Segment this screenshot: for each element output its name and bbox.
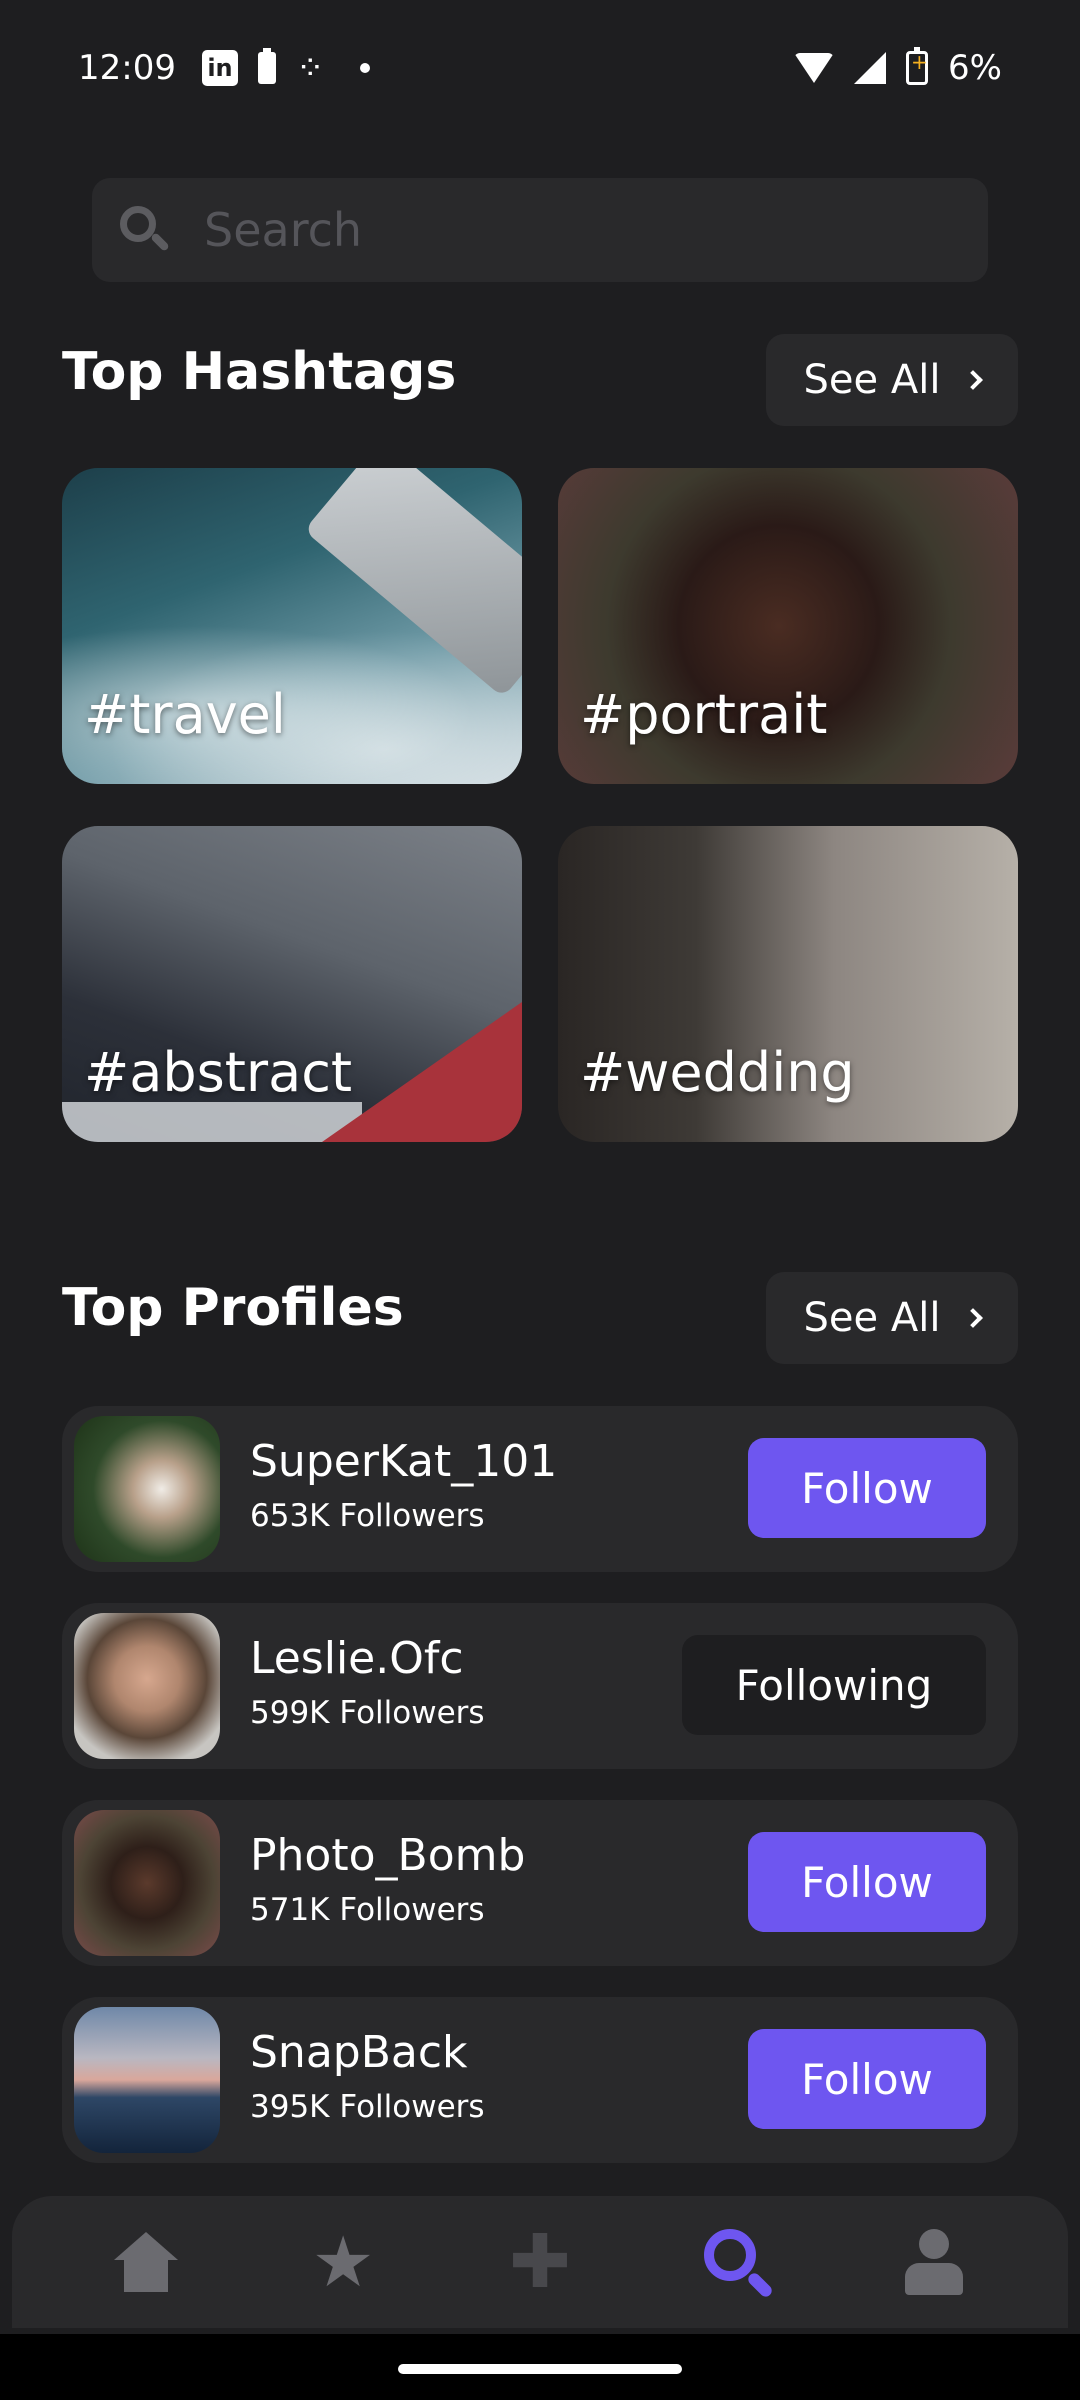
profile-name: Photo_Bomb xyxy=(250,1830,526,1881)
profiles-title: Top Profiles xyxy=(62,1278,404,1338)
profile-name: SnapBack xyxy=(250,2027,468,2078)
dot-icon xyxy=(360,63,371,73)
footprint-icon: ⁘ xyxy=(295,48,325,88)
status-time: 12:09 xyxy=(78,48,176,88)
status-right: 6% xyxy=(794,47,1002,88)
following-button[interactable]: Following xyxy=(682,1635,986,1735)
nav-home[interactable] xyxy=(101,2217,191,2307)
chevron-right-icon xyxy=(963,1308,984,1328)
profile-name: SuperKat_101 xyxy=(250,1436,558,1487)
hashtags-see-all-button[interactable]: See All xyxy=(766,334,1018,426)
nav-favorites[interactable]: ★ xyxy=(298,2217,388,2307)
chevron-right-icon xyxy=(963,370,984,390)
hashtag-label: #wedding xyxy=(580,1041,855,1104)
home-indicator[interactable] xyxy=(398,2364,682,2374)
profile-card[interactable]: SnapBack 395K Followers Follow xyxy=(62,1997,1018,2163)
nav-profile[interactable] xyxy=(889,2217,979,2307)
see-all-label: See All xyxy=(803,357,941,403)
status-left: 12:09 in ⁘ xyxy=(78,48,371,88)
linkedin-icon: in xyxy=(201,50,238,86)
battery-icon xyxy=(257,48,276,84)
hashtag-tile-portrait[interactable]: #portrait xyxy=(558,468,1018,784)
status-bar: 12:09 in ⁘ 6% xyxy=(0,0,1080,136)
bottom-nav: ★ ✚ xyxy=(12,2196,1068,2328)
avatar[interactable] xyxy=(74,1613,220,1759)
profile-followers: 395K Followers xyxy=(250,2089,485,2125)
nav-search[interactable] xyxy=(692,2217,782,2307)
home-icon xyxy=(114,2232,179,2292)
hashtag-tile-abstract[interactable]: #abstract xyxy=(62,826,522,1142)
hashtag-label: #travel xyxy=(84,683,286,746)
profile-followers: 653K Followers xyxy=(250,1498,485,1534)
avatar[interactable] xyxy=(74,1810,220,1956)
hashtag-label: #abstract xyxy=(84,1041,353,1104)
nav-add[interactable]: ✚ xyxy=(495,2217,585,2307)
hashtag-tile-travel[interactable]: #travel xyxy=(62,468,522,784)
search-bar[interactable] xyxy=(92,178,988,282)
profile-card[interactable]: Photo_Bomb 571K Followers Follow xyxy=(62,1800,1018,1966)
battery-percent: 6% xyxy=(948,48,1002,88)
profile-card[interactable]: Leslie.Ofc 599K Followers Following xyxy=(62,1603,1018,1769)
star-icon: ★ xyxy=(311,2221,375,2303)
profile-card[interactable]: SuperKat_101 653K Followers Follow xyxy=(62,1406,1018,1572)
battery-charging-icon xyxy=(906,47,929,85)
profile-name: Leslie.Ofc xyxy=(250,1633,464,1684)
plus-icon: ✚ xyxy=(508,2219,571,2305)
avatar[interactable] xyxy=(74,1416,220,1562)
profile-followers: 599K Followers xyxy=(250,1695,485,1731)
signal-icon xyxy=(854,52,887,84)
profile-followers: 571K Followers xyxy=(250,1892,485,1928)
profiles-see-all-button[interactable]: See All xyxy=(766,1272,1018,1364)
follow-button[interactable]: Follow xyxy=(748,2029,986,2129)
building-edge-image xyxy=(62,1102,362,1142)
hashtag-tile-wedding[interactable]: #wedding xyxy=(558,826,1018,1142)
avatar[interactable] xyxy=(74,2007,220,2153)
hashtags-title: Top Hashtags xyxy=(62,342,457,402)
see-all-label: See All xyxy=(803,1295,941,1341)
search-icon xyxy=(702,2227,774,2300)
search-input[interactable] xyxy=(204,203,964,257)
follow-button[interactable]: Follow xyxy=(748,1438,986,1538)
follow-button[interactable]: Follow xyxy=(748,1832,986,1932)
user-icon xyxy=(904,2229,963,2295)
wifi-icon xyxy=(794,53,835,83)
hashtag-label: #portrait xyxy=(580,683,828,746)
search-icon xyxy=(118,204,170,256)
